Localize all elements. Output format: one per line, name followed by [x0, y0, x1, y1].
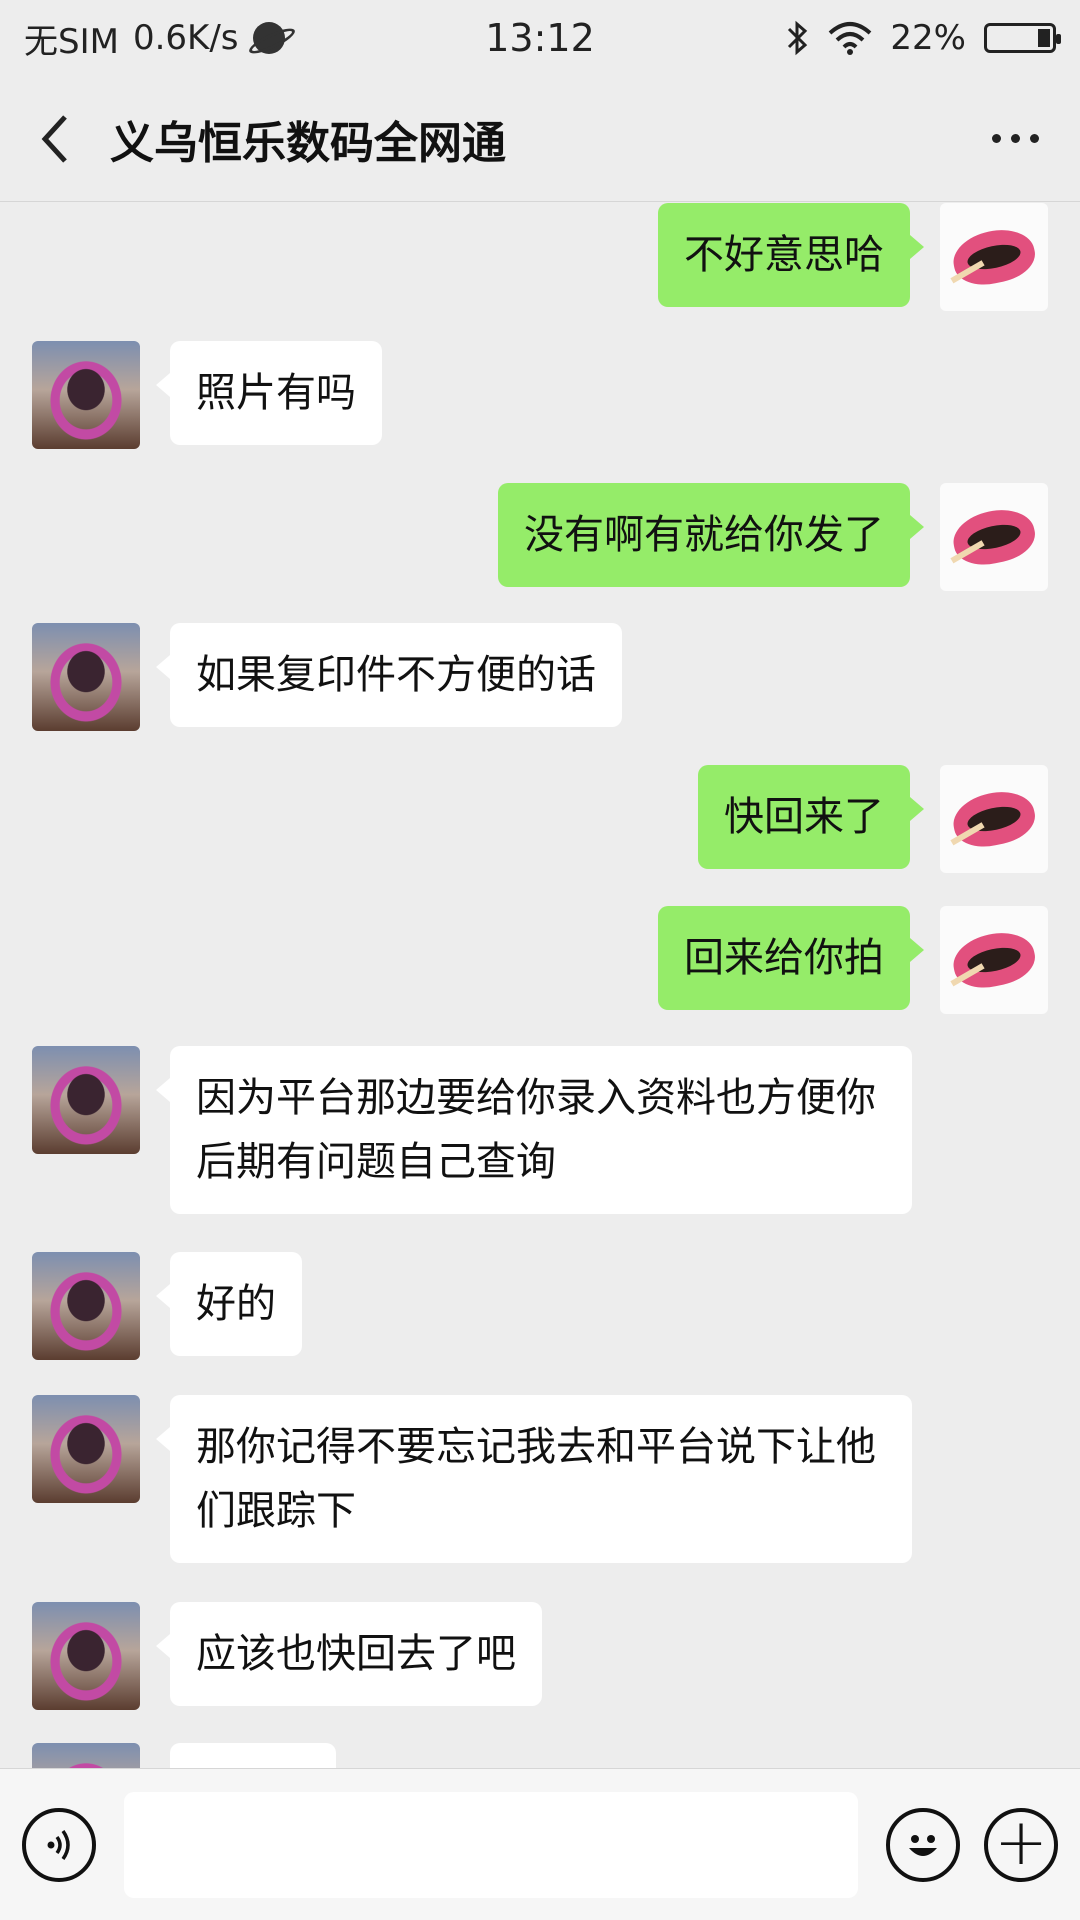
lips-icon — [948, 785, 1040, 853]
dot-icon — [1010, 134, 1020, 143]
status-left: 无SIM 0.6K/s — [24, 14, 285, 63]
message-bubble[interactable]: 如果复印件不方便的话 — [156, 623, 622, 727]
plus-icon: + — [994, 1805, 1048, 1880]
input-bar: + — [0, 1768, 1080, 1920]
lips-icon — [948, 223, 1040, 291]
browser-planet-icon — [252, 22, 285, 54]
message-bubble[interactable]: 回来给你拍 — [658, 906, 924, 1010]
contact-avatar[interactable] — [32, 341, 140, 449]
message-bubble[interactable]: 那你记得不要忘记我去和平台说下让他们跟踪下 — [156, 1395, 912, 1563]
carrier-label: 无SIM — [24, 21, 119, 62]
dot-icon — [1029, 134, 1039, 143]
chat-header: 义乌恒乐数码全网通 — [0, 76, 1080, 202]
voice-icon — [47, 1829, 70, 1860]
chevron-left-icon — [41, 114, 67, 163]
self-avatar[interactable] — [940, 203, 1048, 311]
message-row-other: 那你记得不要忘记我去和平台说下让他们跟踪下 — [32, 1395, 912, 1563]
message-row-other: 好的 — [32, 1252, 302, 1360]
message-row-self: 回来给你拍 — [658, 906, 1048, 1014]
message-row-other: 照片有吗 — [32, 341, 382, 449]
bluetooth-icon — [788, 20, 808, 56]
message-bubble[interactable]: 应该也快回去了吧 — [156, 1602, 542, 1706]
emoji-button[interactable] — [886, 1807, 960, 1882]
self-avatar[interactable] — [940, 906, 1048, 1014]
lips-icon — [948, 926, 1040, 994]
message-bubble[interactable]: 好的 — [156, 1252, 302, 1356]
message-bubble[interactable]: 快回来了 — [698, 765, 924, 869]
emoji-icon — [909, 1834, 937, 1856]
message-row-other: 如果复印件不方便的话 — [32, 623, 622, 731]
contact-avatar[interactable] — [32, 623, 140, 731]
plus-button[interactable]: + — [984, 1805, 1058, 1882]
contact-avatar[interactable] — [32, 1602, 140, 1710]
battery-icon — [984, 23, 1061, 53]
message-bubble[interactable]: 不好意思哈 — [658, 203, 924, 307]
network-speed: 0.6K/s — [132, 18, 239, 58]
lips-icon — [948, 503, 1040, 571]
message-row-self: 快回来了 — [698, 765, 1048, 873]
message-input[interactable] — [124, 1791, 858, 1898]
more-options-button[interactable] — [950, 76, 1080, 202]
back-button[interactable] — [0, 76, 110, 202]
message-row-other: 因为平台那边要给你录入资料也方便你后期有问题自己查询 — [32, 1046, 912, 1214]
self-avatar[interactable] — [940, 483, 1048, 591]
contact-avatar[interactable] — [32, 1046, 140, 1154]
chat-title: 义乌恒乐数码全网通 — [110, 117, 506, 169]
status-bar: 无SIM 0.6K/s 13:12 22% — [0, 0, 1080, 76]
message-bubble[interactable]: 照片有吗 — [156, 341, 382, 445]
contact-avatar[interactable] — [32, 1252, 140, 1360]
battery-percent: 22% — [890, 18, 966, 58]
wifi-icon — [829, 22, 872, 55]
message-row-partial — [32, 1743, 336, 1768]
message-bubble[interactable]: 没有啊有就给你发了 — [498, 483, 924, 587]
message-row-self: 不好意思哈 — [658, 203, 1048, 311]
message-list[interactable]: 不好意思哈 照片有吗 没有啊有就给你发了 如果复印件不方便的话 快回来了 回来给… — [0, 203, 1080, 1768]
dot-icon — [991, 134, 1001, 143]
message-bubble[interactable]: 因为平台那边要给你录入资料也方便你后期有问题自己查询 — [156, 1046, 912, 1214]
contact-avatar[interactable] — [32, 1743, 140, 1768]
message-bubble-partial[interactable] — [170, 1743, 336, 1768]
voice-button[interactable] — [22, 1807, 96, 1882]
self-avatar[interactable] — [940, 765, 1048, 873]
status-right: 22% — [786, 18, 1061, 58]
message-row-other: 应该也快回去了吧 — [32, 1602, 542, 1710]
contact-avatar[interactable] — [32, 1395, 140, 1503]
message-row-self: 没有啊有就给你发了 — [498, 483, 1048, 591]
